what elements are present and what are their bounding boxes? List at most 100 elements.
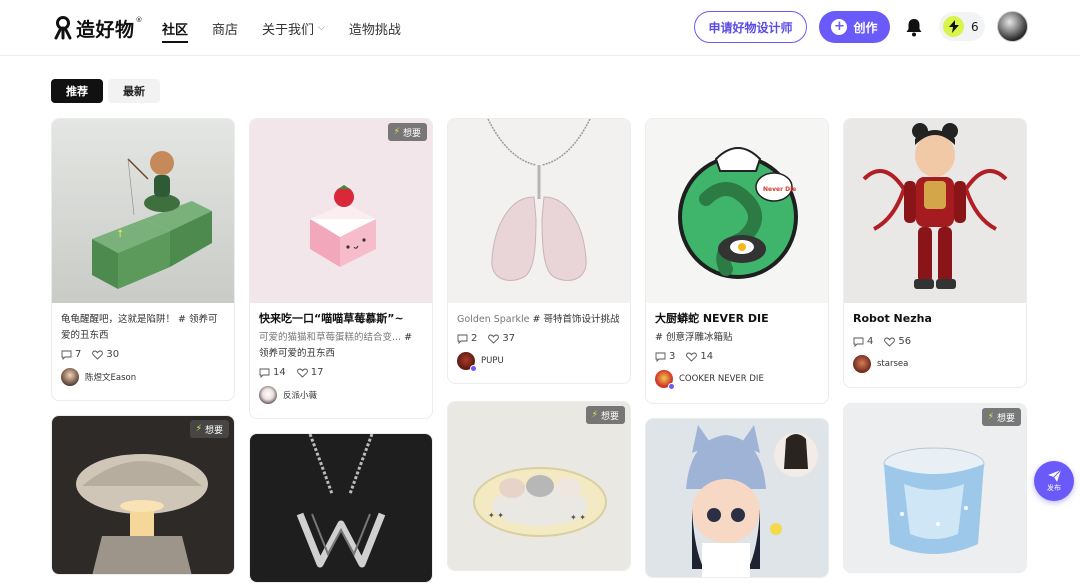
- post-card[interactable]: Golden Sparkle # 哥特首饰设计挑战 2 37 PUPU: [447, 118, 631, 384]
- heart-icon[interactable]: [686, 352, 698, 362]
- post-stats: 7 30: [61, 349, 225, 360]
- post-stats: 14 17: [259, 367, 423, 378]
- author-name: 反派小薇: [283, 391, 318, 401]
- feed-tabs: 推荐 最新: [51, 79, 160, 103]
- want-label: 想要: [402, 128, 421, 139]
- post-hashtag[interactable]: # 创意浮雕冰箱贴: [655, 330, 819, 346]
- logo[interactable]: 造好物 ®: [52, 14, 143, 42]
- nav-store-label: 商店: [212, 22, 239, 38]
- comment-icon[interactable]: [655, 352, 666, 362]
- comment-icon[interactable]: [853, 337, 864, 347]
- heart-icon[interactable]: [92, 350, 104, 360]
- top-header: 造好物 ® 社区 商店 关于我们 ⌵ 造物挑战 申请好物设计师 + 创作 6: [0, 0, 1080, 56]
- post-image-turtle-keycap: ↑: [52, 119, 234, 303]
- post-body: 龟龟醒醒吧，这就是陷阱！ # 领养可爱的丑东西 7 30 陈煜文Eason: [61, 312, 225, 386]
- image-never-die-text: Never Die: [763, 186, 796, 193]
- post-image-ice-cube-ring: ⚡ 想要: [844, 404, 1026, 572]
- author-name: starsea: [877, 359, 909, 369]
- like-count: 56: [898, 336, 912, 347]
- post-description-preview: 可爱的猫猫和草莓蛋糕的结合变...: [259, 332, 402, 343]
- like-count: 37: [502, 333, 516, 344]
- nav-about-label: 关于我们: [262, 22, 315, 38]
- svg-text:✦ ✦: ✦ ✦: [488, 511, 504, 520]
- nav-about-us[interactable]: 关于我们 ⌵: [262, 16, 325, 40]
- post-card[interactable]: [645, 418, 829, 578]
- comment-count: 4: [867, 336, 874, 347]
- post-stats: 4 56: [853, 336, 1017, 347]
- post-card[interactable]: ✦ ✦ ✦ ✦ ⚡ 想要: [447, 401, 631, 571]
- post-author[interactable]: PUPU: [457, 352, 621, 372]
- post-body: Robot Nezha 4 56 starsea: [853, 311, 1017, 373]
- post-author[interactable]: 陈煜文Eason: [61, 368, 225, 386]
- comment-count: 2: [471, 333, 478, 344]
- verified-badge-icon: [470, 365, 477, 372]
- post-author[interactable]: 反派小薇: [259, 386, 423, 404]
- author-avatar: [457, 352, 477, 372]
- post-card[interactable]: Never Die 大厨蟒蛇 NEVER DIE # 创意浮雕冰箱贴 3 14 …: [645, 118, 829, 404]
- tab-recommended[interactable]: 推荐: [51, 79, 103, 103]
- post-hashtag[interactable]: # 哥特首饰设计挑战: [530, 314, 620, 325]
- create-button-label: 创作: [853, 20, 878, 35]
- chevron-down-icon: ⌵: [318, 23, 325, 33]
- want-label: 想要: [996, 413, 1015, 424]
- post-card[interactable]: ↑ 龟龟醒醒吧，这就是陷阱！ # 领养可爱的丑东西 7 30 陈煜文Eason: [51, 118, 235, 401]
- post-title: Robot Nezha: [853, 312, 932, 325]
- author-name: 陈煜文Eason: [85, 373, 137, 383]
- author-avatar: [259, 386, 277, 404]
- post-body: Golden Sparkle # 哥特首饰设计挑战 2 37 PUPU: [457, 312, 621, 372]
- tab-latest[interactable]: 最新: [108, 79, 160, 103]
- post-card[interactable]: ⚡ 想要: [843, 403, 1027, 573]
- logo-icon: [54, 16, 72, 40]
- post-description-preview: Golden Sparkle: [457, 314, 530, 325]
- nav-challenge-label: 造物挑战: [348, 22, 401, 38]
- svg-text:↑: ↑: [116, 229, 124, 240]
- want-badge[interactable]: ⚡ 想要: [189, 420, 229, 438]
- author-name: PUPU: [481, 356, 504, 366]
- post-body: 快来吃一口“喵喵草莓慕斯”~ 可爱的猫猫和草莓蛋糕的结合变... # 领养可爱的…: [259, 311, 423, 404]
- post-author[interactable]: COOKER NEVER DIE: [655, 370, 819, 390]
- want-badge[interactable]: ⚡ 想要: [981, 408, 1021, 426]
- post-stats: 2 37: [457, 333, 621, 344]
- want-badge[interactable]: ⚡ 想要: [387, 123, 427, 141]
- post-description: 可爱的猫猫和草莓蛋糕的结合变... # 领养可爱的丑东西: [259, 330, 423, 362]
- user-avatar[interactable]: [997, 11, 1028, 42]
- create-button[interactable]: + 创作: [819, 11, 890, 43]
- nav-community[interactable]: 社区: [162, 16, 189, 43]
- apply-designer-button[interactable]: 申请好物设计师: [694, 11, 807, 43]
- comment-icon[interactable]: [457, 334, 468, 344]
- comment-count: 14: [273, 367, 286, 378]
- publish-button[interactable]: 发布: [1034, 461, 1074, 501]
- want-badge[interactable]: ⚡ 想要: [585, 406, 625, 424]
- post-card[interactable]: ⚡ 想要 快来吃一口“喵喵草莓慕斯”~ 可爱的猫猫和草莓蛋糕的结合变... # …: [249, 118, 433, 419]
- energy-counter[interactable]: 6: [939, 12, 985, 41]
- heart-icon[interactable]: [296, 368, 308, 378]
- paper-plane-icon: [1047, 469, 1061, 482]
- post-author[interactable]: starsea: [853, 355, 1017, 373]
- bell-icon[interactable]: [905, 17, 923, 37]
- main-nav: 社区 商店 关于我们 ⌵ 造物挑战: [162, 0, 425, 56]
- author-avatar: [61, 368, 79, 386]
- post-card[interactable]: Robot Nezha 4 56 starsea: [843, 118, 1027, 388]
- energy-count: 6: [971, 19, 979, 34]
- post-image-chef-snake-magnet: Never Die: [646, 119, 828, 303]
- heart-icon[interactable]: [884, 337, 896, 347]
- nav-community-label: 社区: [162, 22, 189, 38]
- lightning-icon: ⚡: [987, 412, 994, 422]
- post-card[interactable]: ⚡ 想要: [51, 415, 235, 575]
- post-image-cat-ring: ✦ ✦ ✦ ✦ ⚡ 想要: [448, 402, 630, 570]
- post-image-lung-necklace: [448, 119, 630, 303]
- comment-count: 7: [75, 349, 82, 360]
- verified-badge-icon: [668, 383, 675, 390]
- comment-count: 3: [669, 351, 676, 362]
- logo-text: 造好物: [76, 18, 135, 41]
- post-image-robot-nezha: [844, 119, 1026, 303]
- heart-icon[interactable]: [488, 334, 500, 344]
- post-image-strawberry-cake-keycap: ⚡ 想要: [250, 119, 432, 303]
- nav-challenge[interactable]: 造物挑战: [349, 16, 401, 40]
- nav-store[interactable]: 商店: [212, 16, 238, 40]
- comment-icon[interactable]: [61, 350, 72, 360]
- lightning-icon: ⚡: [393, 127, 400, 137]
- lightning-icon: ⚡: [591, 410, 598, 420]
- comment-icon[interactable]: [259, 368, 270, 378]
- post-stats: 3 14: [655, 351, 819, 362]
